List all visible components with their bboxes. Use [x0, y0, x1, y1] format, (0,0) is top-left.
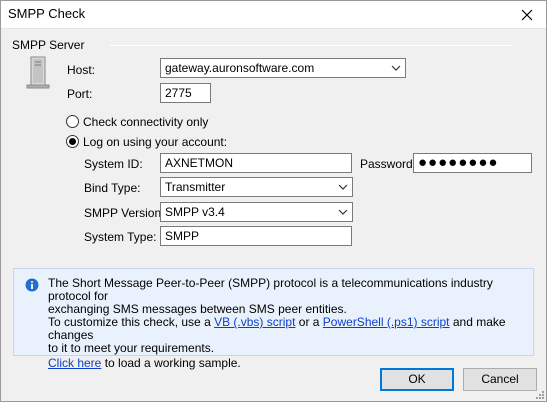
chevron-down-icon: [391, 65, 401, 71]
info-panel: The Short Message Peer-to-Peer (SMPP) pr…: [13, 268, 534, 370]
check-connectivity-label[interactable]: Check connectivity only: [83, 115, 208, 129]
info-line-3: To customize this check, use a VB (.vbs)…: [48, 316, 528, 342]
port-value: 2775: [165, 86, 192, 100]
powershell-script-link[interactable]: PowerShell (.ps1) script: [323, 315, 450, 329]
port-input[interactable]: 2775: [160, 83, 211, 103]
host-combobox[interactable]: gateway.auronsoftware.com: [160, 58, 406, 78]
password-value: ●●●●●●●●: [418, 154, 499, 171]
close-button[interactable]: [507, 0, 547, 29]
ok-button[interactable]: OK: [380, 368, 454, 391]
smpp-version-value: SMPP v3.4: [165, 205, 225, 219]
group-label: SMPP Server: [12, 38, 85, 52]
system-id-label: System ID:: [84, 157, 143, 171]
cancel-button[interactable]: Cancel: [463, 368, 537, 391]
info-line-3-pre: To customize this check, use a: [48, 315, 215, 329]
vbs-script-link[interactable]: VB (.vbs) script: [214, 315, 295, 329]
system-type-value: SMPP: [165, 229, 200, 243]
bind-type-value: Transmitter: [165, 180, 226, 194]
log-on-label[interactable]: Log on using your account:: [83, 135, 227, 149]
info-line-1: The Short Message Peer-to-Peer (SMPP) pr…: [48, 276, 493, 303]
click-here-link[interactable]: Click here: [48, 356, 101, 370]
radio-selected-dot: [69, 138, 76, 145]
info-line-3-mid: or a: [295, 315, 323, 329]
log-on-radio[interactable]: [66, 135, 79, 148]
info-line-5: Click here to load a working sample.: [48, 357, 528, 370]
close-icon: [521, 9, 533, 20]
smpp-version-label: SMPP Version:: [84, 206, 165, 220]
system-id-input[interactable]: AXNETMON: [160, 153, 352, 173]
password-input[interactable]: ●●●●●●●●: [413, 153, 532, 173]
system-type-input[interactable]: SMPP: [160, 226, 352, 246]
bind-type-combobox[interactable]: Transmitter: [160, 177, 353, 197]
info-line-5-post: to load a working sample.: [101, 356, 241, 370]
window-title: SMPP Check: [8, 6, 86, 21]
host-label: Host:: [67, 63, 96, 77]
system-id-value: AXNETMON: [165, 156, 234, 170]
check-connectivity-radio[interactable]: [66, 115, 79, 128]
system-type-label: System Type:: [84, 230, 157, 244]
info-text: The Short Message Peer-to-Peer (SMPP) pr…: [48, 277, 528, 370]
password-label: Password:: [360, 157, 417, 171]
info-line-4: to it to meet your requirements.: [48, 341, 215, 355]
bind-type-label: Bind Type:: [84, 181, 141, 195]
title-bar: SMPP Check: [0, 0, 547, 29]
smpp-version-combobox[interactable]: SMPP v3.4: [160, 202, 353, 222]
host-value: gateway.auronsoftware.com: [165, 61, 315, 75]
chevron-down-icon: [338, 209, 348, 215]
group-divider: [110, 45, 512, 46]
resize-grip-icon[interactable]: [535, 390, 545, 400]
info-icon: [25, 278, 39, 292]
server-icon: [26, 56, 50, 89]
port-label: Port:: [67, 87, 93, 101]
chevron-down-icon: [338, 184, 348, 190]
